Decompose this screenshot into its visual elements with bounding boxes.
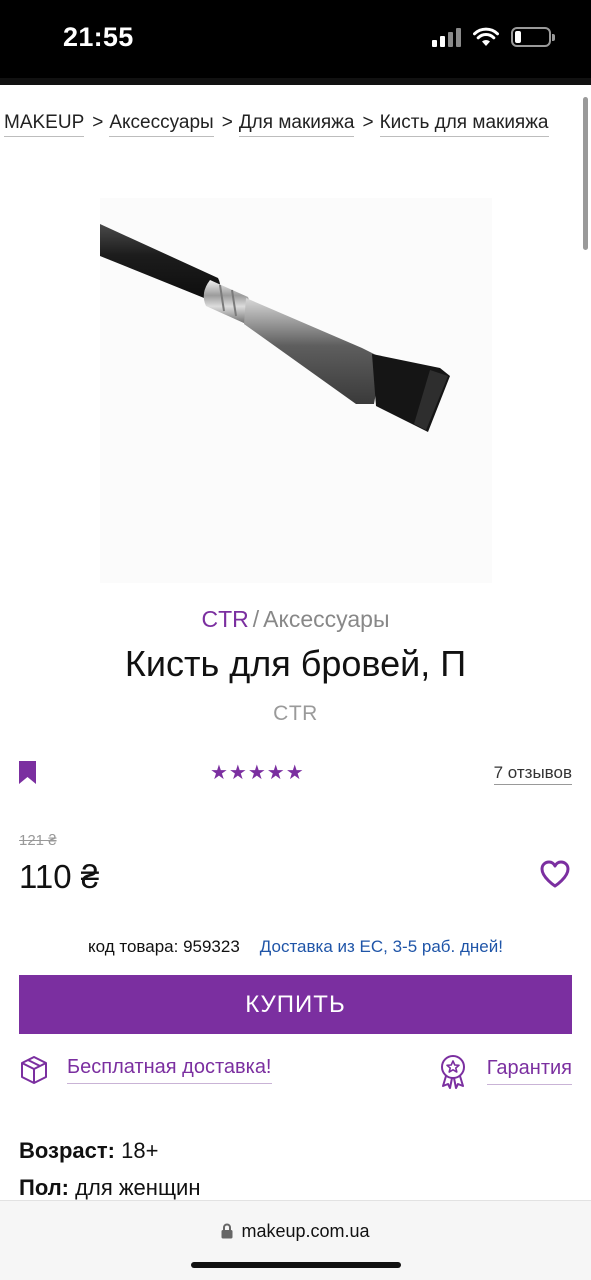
guarantee-link[interactable]: Гарантия	[437, 1053, 572, 1089]
product-meta-row: код товара: 959323 Доставка из ЕС, 3-5 р…	[0, 937, 591, 957]
product-sku: код товара: 959323	[88, 937, 240, 956]
home-indicator[interactable]	[191, 1262, 401, 1268]
brand-link[interactable]: CTR	[202, 606, 249, 632]
wifi-icon	[473, 27, 499, 46]
page-scrollbar[interactable]	[583, 97, 588, 250]
address-bar[interactable]: makeup.com.ua	[0, 1221, 591, 1242]
spec-gender-value: для женщин	[75, 1175, 201, 1200]
breadcrumb: MAKEUP > Аксессуары > Для макияжа > Кисть для …	[4, 112, 591, 142]
brand-category-line: CTR / Аксессуары	[0, 606, 591, 633]
breadcrumb-separator: >	[92, 112, 104, 133]
breadcrumb-item-brush[interactable]: Кисть для макияжа	[379, 112, 549, 137]
guarantee-badge-icon	[440, 1055, 465, 1089]
reviews-link[interactable]: 7 отзывов	[493, 763, 572, 785]
status-bar: 21:55	[0, 0, 591, 78]
spec-age-value: 18+	[121, 1138, 159, 1163]
current-price: 110 ₴	[19, 858, 100, 895]
browser-bottom-bar: makeup.com.ua	[0, 1200, 591, 1280]
breadcrumb-separator: >	[221, 112, 233, 133]
free-delivery-label: Бесплатная доставка!	[67, 1056, 272, 1084]
free-delivery-link[interactable]: Бесплатная доставка!	[19, 1053, 272, 1087]
brow-brush-image	[100, 224, 450, 432]
rating-stars: ★★★★★	[210, 762, 305, 784]
signal-icon	[432, 27, 461, 47]
url-text: makeup.com.ua	[241, 1221, 370, 1241]
spec-age-label: Возраст:	[19, 1138, 115, 1163]
breadcrumb-item-accessories[interactable]: Аксессуары	[109, 112, 214, 137]
bookmark-icon[interactable]	[19, 761, 36, 784]
product-brand: CTR	[273, 702, 318, 725]
spec-age: Возраст: 18+	[19, 1138, 158, 1164]
delivery-note: Доставка из ЕС, 3-5 раб. дней!	[259, 937, 503, 956]
spec-gender: Пол: для женщин	[19, 1175, 200, 1201]
status-icons	[432, 27, 555, 47]
guarantee-label: Гарантия	[486, 1057, 572, 1085]
breadcrumb-item-makeup-tools[interactable]: Для макияжа	[238, 112, 355, 137]
lock-icon	[221, 1223, 233, 1239]
old-price: 121 ₴	[19, 832, 57, 849]
category-link[interactable]: Аксессуары	[263, 606, 389, 632]
header-divider	[0, 78, 591, 85]
breadcrumb-item-makeup[interactable]: MAKEUP	[4, 112, 85, 137]
battery-icon	[511, 27, 555, 47]
spec-gender-label: Пол:	[19, 1175, 70, 1200]
product-title: Кисть для бровей, П	[124, 643, 467, 684]
product-image[interactable]	[100, 198, 492, 583]
buy-button[interactable]: КУПИТЬ	[19, 975, 572, 1034]
delivery-box-icon	[21, 1056, 47, 1084]
breadcrumb-separator: >	[362, 112, 374, 133]
brand-separator: /	[252, 606, 260, 632]
heart-icon[interactable]	[540, 860, 570, 888]
status-time: 21:55	[63, 22, 134, 52]
